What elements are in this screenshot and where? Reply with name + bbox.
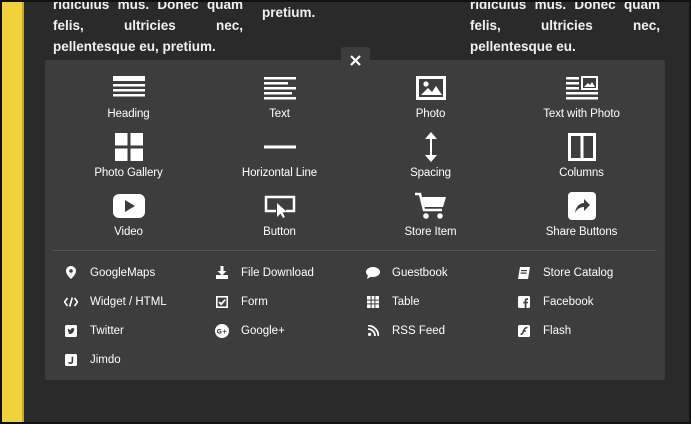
accent-stripe: [2, 0, 22, 424]
widget-flash[interactable]: Flash: [517, 316, 668, 345]
widget-google-plus[interactable]: G+ Google+: [215, 316, 366, 345]
close-button[interactable]: [341, 47, 370, 74]
widget-label: RSS Feed: [392, 324, 446, 337]
spacing-icon: [411, 131, 451, 163]
element-video[interactable]: Video: [53, 188, 204, 247]
button-icon: [260, 190, 300, 222]
video-icon: [109, 190, 149, 222]
photo-gallery-icon: [109, 131, 149, 163]
cart-icon: [411, 190, 451, 222]
catalog-icon: [517, 266, 531, 280]
flash-icon: [517, 324, 531, 338]
facebook-icon: [517, 295, 531, 309]
element-label: Text with Photo: [543, 108, 620, 120]
photo-icon: [411, 72, 451, 104]
widget-label: Store Catalog: [543, 266, 614, 279]
element-text[interactable]: Text: [204, 70, 355, 129]
widget-rss-feed[interactable]: RSS Feed: [366, 316, 517, 345]
element-label: Button: [263, 226, 296, 238]
code-icon: [64, 295, 78, 309]
rss-icon: [366, 324, 380, 338]
text-icon: [260, 72, 300, 104]
element-button[interactable]: Button: [204, 188, 355, 247]
close-icon: [350, 55, 361, 66]
widget-label: Twitter: [90, 324, 124, 337]
element-photo[interactable]: Photo: [355, 70, 506, 129]
google-plus-icon: G+: [215, 323, 229, 338]
widget-label: GoogleMaps: [90, 266, 156, 279]
element-label: Photo: [415, 108, 446, 120]
share-icon: [562, 190, 602, 222]
element-horizontal-line[interactable]: Horizontal Line: [204, 129, 355, 188]
widget-label: Table: [392, 295, 420, 308]
element-label: Video: [114, 226, 143, 238]
background-text-middle: pretium.: [262, 5, 316, 20]
widget-jimdo[interactable]: Jimdo: [64, 345, 215, 374]
element-columns[interactable]: Columns: [506, 129, 657, 188]
widget-guestbook[interactable]: Guestbook: [366, 258, 517, 287]
heading-icon: [109, 72, 149, 104]
horizontal-line-icon: [260, 131, 300, 163]
widget-label: File Download: [241, 266, 314, 279]
download-icon: [215, 266, 229, 280]
element-label: Spacing: [410, 167, 451, 179]
element-label: Horizontal Line: [241, 167, 318, 179]
widget-label: Facebook: [543, 295, 594, 308]
widget-label: Form: [241, 295, 268, 308]
text-with-photo-icon: [562, 72, 602, 104]
element-label: Photo Gallery: [94, 167, 163, 179]
widget-list: GoogleMaps File Download Guestbook Store…: [64, 258, 664, 374]
background-text-right: ridiculus mus. Donec quam felis, ultrici…: [470, 0, 660, 54]
widget-file-download[interactable]: File Download: [215, 258, 366, 287]
element-label: Share Buttons: [545, 226, 618, 238]
element-share-buttons[interactable]: Share Buttons: [506, 188, 657, 247]
map-pin-icon: [64, 266, 78, 280]
add-element-panel: Heading Text Photo Text with Photo Photo: [45, 60, 665, 380]
element-photo-gallery[interactable]: Photo Gallery: [53, 129, 204, 188]
table-icon: [366, 295, 380, 309]
chat-bubble-icon: [366, 266, 380, 280]
element-store-item[interactable]: Store Item: [355, 188, 506, 247]
widget-label: Guestbook: [392, 266, 448, 279]
element-heading[interactable]: Heading: [53, 70, 204, 129]
widget-label: Jimdo: [90, 353, 121, 366]
widget-store-catalog[interactable]: Store Catalog: [517, 258, 668, 287]
accent-stripe-edge: [22, 0, 24, 424]
element-text-with-photo[interactable]: Text with Photo: [506, 70, 657, 129]
widget-label: Google+: [241, 324, 285, 337]
element-label: Heading: [107, 108, 150, 120]
widget-facebook[interactable]: Facebook: [517, 287, 668, 316]
columns-icon: [562, 131, 602, 163]
element-label: Store Item: [404, 226, 457, 238]
widget-widget-html[interactable]: Widget / HTML: [64, 287, 215, 316]
widget-label: Widget / HTML: [90, 295, 167, 308]
widget-form[interactable]: Form: [215, 287, 366, 316]
jimdo-icon: [64, 353, 78, 367]
checkbox-icon: [215, 295, 229, 309]
divider: [53, 250, 657, 251]
widget-table[interactable]: Table: [366, 287, 517, 316]
widget-googlemaps[interactable]: GoogleMaps: [64, 258, 215, 287]
widget-twitter[interactable]: Twitter: [64, 316, 215, 345]
element-label: Text: [269, 108, 290, 120]
background-text-left: ridiculus mus. Donec quam felis, ultrici…: [53, 0, 243, 54]
element-label: Columns: [559, 167, 604, 179]
twitter-icon: [64, 324, 78, 338]
widget-label: Flash: [543, 324, 572, 337]
element-spacing[interactable]: Spacing: [355, 129, 506, 188]
svg-text:G+: G+: [217, 327, 228, 335]
element-grid: Heading Text Photo Text with Photo Photo: [53, 70, 657, 247]
